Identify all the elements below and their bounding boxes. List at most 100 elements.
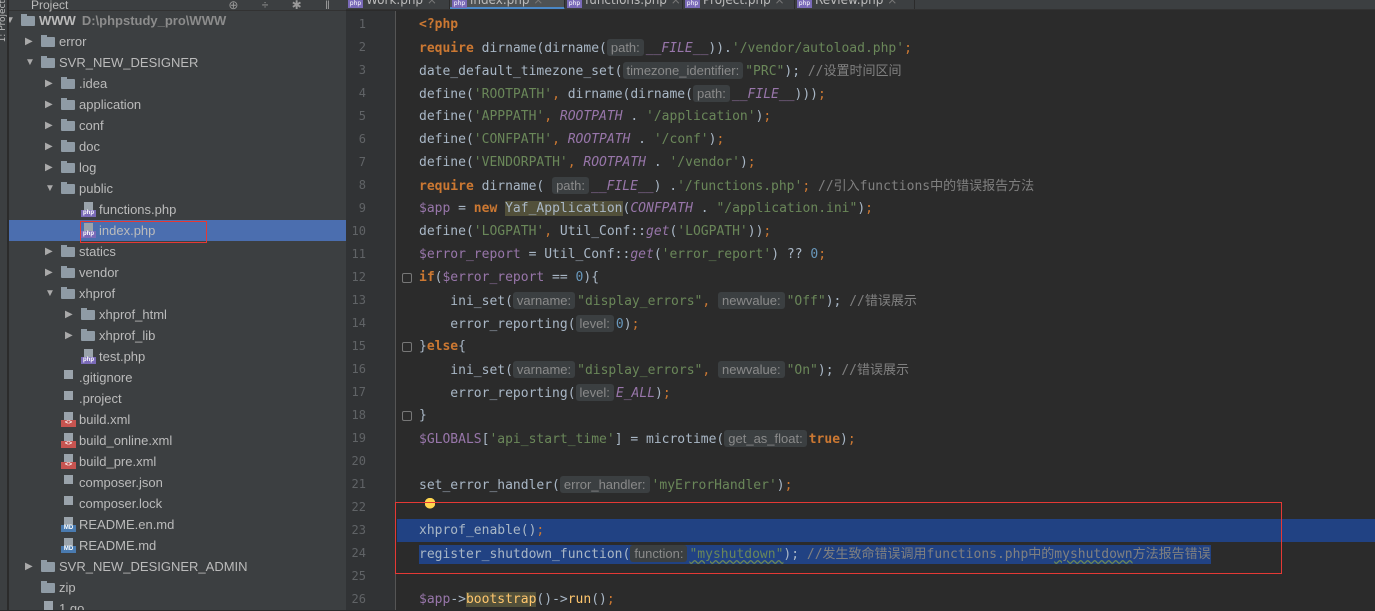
collapsed-arrow-icon[interactable]: ▶ xyxy=(45,262,55,283)
close-tab-icon[interactable]: × xyxy=(883,0,897,7)
code-line[interactable]: define('VENDORPATH', ROOTPATH . '/vendor… xyxy=(397,151,1375,174)
tree-item-label: build.xml xyxy=(79,412,131,427)
code-line[interactable]: define('APPPATH', ROOTPATH . '/applicati… xyxy=(397,105,1375,128)
line-number: 20 xyxy=(351,454,366,468)
tree-item-label: xhprof_html xyxy=(99,307,167,322)
code-line[interactable]: <?php xyxy=(397,13,1375,36)
code-line[interactable]: $app = new Yaf_Application(CONFPATH . "/… xyxy=(397,197,1375,220)
fold-marker-icon[interactable] xyxy=(402,342,412,352)
code-line[interactable]: define('ROOTPATH', dirname(dirname(path:… xyxy=(397,82,1375,105)
tree-item[interactable]: php functions.php xyxy=(9,199,346,220)
collapsed-arrow-icon[interactable]: ▶ xyxy=(65,304,75,325)
tree-item[interactable]: .project xyxy=(9,388,346,409)
tab-Project-php[interactable]: php Project.php × xyxy=(683,0,795,9)
collapsed-arrow-icon[interactable]: ▶ xyxy=(65,325,75,346)
tree-item-path: D:\phpstudy_pro\WWW xyxy=(81,13,227,28)
code-token: true xyxy=(808,432,841,447)
code-line[interactable]: }else{ xyxy=(397,335,1375,358)
tree-item[interactable]: ▶ .idea xyxy=(9,73,346,94)
tab-index-php[interactable]: php index.php × xyxy=(450,0,565,9)
panel-tool-icons[interactable]: ⊕ ÷ ✱ ‖ xyxy=(228,0,340,11)
fold-marker-icon[interactable] xyxy=(402,411,412,421)
tree-item[interactable]: 1.go xyxy=(9,598,346,610)
expanded-arrow-icon[interactable]: ▼ xyxy=(25,52,35,73)
code-token: ROOTPATH xyxy=(567,132,631,147)
project-panel-title[interactable]: Project xyxy=(31,0,68,12)
collapsed-arrow-icon[interactable]: ▶ xyxy=(45,73,55,94)
tree-item[interactable]: ▶ vendor xyxy=(9,262,346,283)
expanded-arrow-icon[interactable]: ▼ xyxy=(45,283,55,304)
code-line[interactable]: $GLOBALS['api_start_time'] = microtime(g… xyxy=(397,427,1375,450)
code-line[interactable]: if($error_report == 0){ xyxy=(397,266,1375,289)
tab-functions-php[interactable]: php functions.php × xyxy=(565,0,683,9)
parameter-hint: varname: xyxy=(512,361,576,378)
close-tab-icon[interactable]: × xyxy=(771,0,785,7)
collapsed-arrow-icon[interactable]: ▶ xyxy=(25,556,35,577)
code-line[interactable]: set_error_handler(error_handler:'myError… xyxy=(397,473,1375,496)
close-tab-icon[interactable]: × xyxy=(667,0,681,7)
line-number: 19 xyxy=(351,431,366,445)
tree-item[interactable]: ▼ WWW D:\phpstudy_pro\WWW xyxy=(9,10,346,31)
code-line[interactable] xyxy=(397,450,1375,473)
collapsed-arrow-icon[interactable]: ▶ xyxy=(45,241,55,262)
tree-item[interactable]: ▶ application xyxy=(9,94,346,115)
tree-item[interactable]: <> build_pre.xml xyxy=(9,451,346,472)
code-token: , xyxy=(552,132,568,147)
project-tool-button[interactable]: 1: Project xyxy=(0,0,8,42)
tree-item[interactable]: ▼ public xyxy=(9,178,346,199)
code-line[interactable]: ini_set(varname: "display_errors", newval… xyxy=(397,289,1375,312)
code-line[interactable]: define('LOGPATH', Util_Conf::get('LOGPAT… xyxy=(397,220,1375,243)
collapsed-arrow-icon[interactable]: ▶ xyxy=(45,157,55,178)
collapsed-arrow-icon[interactable]: ▶ xyxy=(45,94,55,115)
tree-item[interactable]: ▶ log xyxy=(9,157,346,178)
tree-item[interactable]: zip xyxy=(9,577,346,598)
code-line[interactable]: date_default_timezone_set(timezone_ident… xyxy=(397,59,1375,82)
tree-item[interactable]: ▶ error xyxy=(9,31,346,52)
tree-item[interactable]: <> build_online.xml xyxy=(9,430,346,451)
tree-item[interactable]: ▶ SVR_NEW_DESIGNER_ADMIN xyxy=(9,556,346,577)
tree-item[interactable]: composer.json xyxy=(9,472,346,493)
code-line[interactable]: error_reporting(level: E_ALL); xyxy=(397,381,1375,404)
tree-item[interactable]: composer.lock xyxy=(9,493,346,514)
expanded-arrow-icon[interactable]: ▼ xyxy=(9,10,15,31)
tree-item[interactable]: ▶ xhprof_lib xyxy=(9,325,346,346)
tree-item[interactable]: php test.php xyxy=(9,346,346,367)
tree-item[interactable]: ▶ doc xyxy=(9,136,346,157)
xml-file-icon: <> xyxy=(61,433,76,448)
code-line[interactable]: require dirname(dirname(path: __FILE__)).… xyxy=(397,36,1375,59)
tree-item[interactable]: MD README.en.md xyxy=(9,514,346,535)
tree-item[interactable]: .gitignore xyxy=(9,367,346,388)
code-line[interactable]: } xyxy=(397,404,1375,427)
tree-item[interactable]: ▶ xhprof_html xyxy=(9,304,346,325)
code-token: ) xyxy=(655,386,663,401)
code-token: if xyxy=(419,270,435,285)
collapsed-arrow-icon[interactable]: ▶ xyxy=(45,136,55,157)
code-token: ; xyxy=(802,179,818,194)
tab-Review-php[interactable]: php Review.php × xyxy=(795,0,915,9)
tab-Work-php[interactable]: php Work.php × xyxy=(346,0,450,9)
code-line[interactable]: define('CONFPATH', ROOTPATH . '/conf'); xyxy=(397,128,1375,151)
tree-item[interactable]: MD README.md xyxy=(9,535,346,556)
code-line[interactable]: $app->bootstrap()->run(); xyxy=(397,588,1375,611)
tree-item[interactable]: ▼ SVR_NEW_DESIGNER xyxy=(9,52,346,73)
folder-icon xyxy=(41,35,55,47)
code-line[interactable]: $error_report = Util_Conf::get('error_re… xyxy=(397,243,1375,266)
tree-item[interactable]: <> build.xml xyxy=(9,409,346,430)
php-file-icon: php xyxy=(81,349,96,364)
code-line[interactable]: ini_set(varname: "display_errors", newval… xyxy=(397,358,1375,381)
close-tab-icon[interactable]: × xyxy=(423,0,437,7)
close-tab-icon[interactable]: × xyxy=(529,0,543,7)
code-line[interactable]: error_reporting(level: 0); xyxy=(397,312,1375,335)
collapsed-arrow-icon[interactable]: ▶ xyxy=(25,31,35,52)
code-token: } xyxy=(419,408,427,423)
tree-item-label: 1.go xyxy=(59,601,85,610)
collapsed-arrow-icon[interactable]: ▶ xyxy=(45,115,55,136)
tree-item[interactable]: ▶ statics xyxy=(9,241,346,262)
tree-item[interactable]: ▼ xhprof xyxy=(9,283,346,304)
expanded-arrow-icon[interactable]: ▼ xyxy=(45,178,55,199)
tree-item-label: build_pre.xml xyxy=(79,454,157,469)
tree-item[interactable]: ▶ conf xyxy=(9,115,346,136)
code-token: ; xyxy=(631,317,640,332)
fold-marker-icon[interactable] xyxy=(402,273,412,283)
code-line[interactable]: require dirname( path: __FILE__) .'/funct… xyxy=(397,174,1375,197)
